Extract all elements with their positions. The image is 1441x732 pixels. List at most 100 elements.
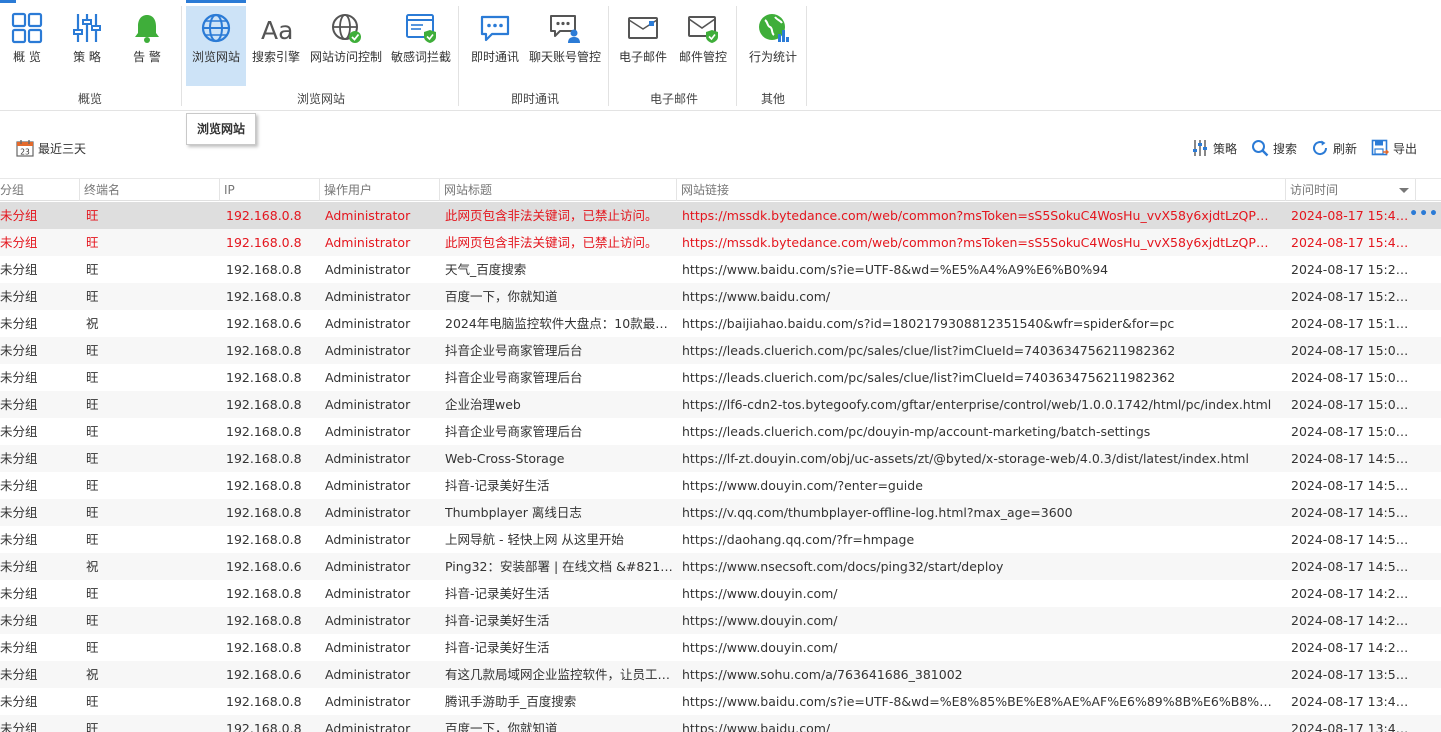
policy-tool-button[interactable]: 策略 (1191, 138, 1237, 158)
table-row[interactable]: 未分组 旺 192.168.0.8 Administrator 抖音-记录美好生活 htt… (0, 472, 1441, 499)
table-row[interactable]: 未分组 旺 192.168.0.8 Administrator 抖音企业号商家管理后台 h… (0, 364, 1441, 391)
cell-site-title: 抖音-记录美好生活 (445, 613, 550, 628)
column-header-site-url[interactable]: 网站链接 (677, 179, 1286, 201)
email-envelope-icon (628, 17, 658, 39)
table-row[interactable]: 未分组 旺 192.168.0.8 Administrator 抖音-记录美好生活 htt… (0, 580, 1441, 607)
access-log-table: 分组 终端名 IP 操作用户 网站标题 网站链接 访问时间 未分组旺 192.16… (0, 178, 1441, 732)
calendar-number: 23 (20, 148, 30, 157)
email-control-button[interactable]: 邮件管控 (674, 6, 732, 86)
cell-user: Administrator (325, 721, 411, 732)
cell-site-url: https://lf-zt.douyin.com/obj/uc-assets/z… (682, 451, 1249, 466)
cell-visit-time: 2024-08-17 15:04:44 (1291, 397, 1413, 412)
policy-sliders-icon (73, 14, 101, 42)
cell-user: Administrator (325, 586, 411, 601)
search-tool-label: 搜索 (1272, 141, 1297, 156)
table-row[interactable]: 未分组 旺 192.168.0.8 Administrator Web-Cross-St… (0, 445, 1441, 472)
cell-ip: 192.168.0.8 (226, 721, 302, 732)
behavior-statistics-button[interactable]: 行为统计 (742, 6, 804, 86)
cell-group: 未分组 (0, 532, 38, 547)
cell-terminal: 祝 (86, 667, 99, 682)
overview-button-label: 概 览 (13, 50, 41, 64)
cell-site-title: 腾讯手游助手_百度搜索 (445, 694, 577, 709)
cell-terminal: 旺 (86, 397, 99, 412)
cell-ip: 192.168.0.8 (226, 613, 302, 628)
table-row[interactable]: 未分组 旺 192.168.0.8 Administrator 此网页包含非法关键词，已… (0, 202, 1441, 229)
chat-bubble-icon (480, 15, 510, 42)
instant-messaging-button[interactable]: 即时通讯 (466, 6, 524, 86)
cell-group: 未分组 (0, 316, 38, 331)
cell-group: 未分组 (0, 208, 38, 223)
website-access-control-label: 网站访问控制 (309, 50, 382, 64)
ribbon-group-other: 行为统计 其他 (740, 0, 806, 111)
cell-site-title: 抖音企业号商家管理后台 (445, 370, 583, 385)
table-row[interactable]: 未分组 旺 192.168.0.8 Administrator 抖音企业号商家管理后台 h… (0, 418, 1441, 445)
table-row[interactable]: 未分组 旺 192.168.0.8 Administrator 百度一下，你就知道 htt… (0, 283, 1441, 310)
cell-site-title: 抖音-记录美好生活 (445, 478, 550, 493)
export-save-icon (1371, 139, 1389, 156)
policy-button[interactable]: 策 略 (60, 6, 114, 86)
cell-terminal: 旺 (86, 478, 99, 493)
policy-button-label: 策 略 (73, 50, 101, 64)
website-access-control-button[interactable]: 网站访问控制 (308, 6, 384, 86)
export-tool-button[interactable]: 导出 (1371, 138, 1417, 158)
column-header-site-title[interactable]: 网站标题 (440, 179, 677, 201)
cell-terminal: 旺 (86, 424, 99, 439)
cell-ip: 192.168.0.8 (226, 532, 302, 547)
table-row[interactable]: 未分组 旺 192.168.0.8 Administrator 腾讯手游助手_百度搜索 h… (0, 688, 1441, 715)
table-row[interactable]: 未分组 旺 192.168.0.8 Administrator 抖音-记录美好生活 htt… (0, 607, 1441, 634)
date-range-button[interactable]: 23 最近三天 (16, 138, 86, 158)
table-row[interactable]: 未分组 祝 192.168.0.6 Administrator 有这几款局域网企业监控软… (0, 661, 1441, 688)
table-row[interactable]: 未分组 旺 192.168.0.8 Administrator 天气_百度搜索 https… (0, 256, 1441, 283)
cell-terminal: 旺 (86, 370, 99, 385)
sort-desc-icon[interactable] (1399, 188, 1409, 193)
cell-terminal: 旺 (86, 505, 99, 520)
column-header-ip[interactable]: IP (220, 179, 320, 201)
table-row[interactable]: 未分组 旺 192.168.0.8 Administrator 企业治理web https… (0, 391, 1441, 418)
cell-ip: 192.168.0.8 (226, 640, 302, 655)
email-button[interactable]: 电子邮件 (614, 6, 672, 86)
browse-website-button[interactable]: 浏览网站 (186, 6, 246, 86)
svg-text:Aa: Aa (261, 16, 292, 44)
search-engine-button[interactable]: Aa 搜索引擎 (248, 6, 304, 86)
row-more-icon[interactable]: ••• (1409, 202, 1439, 229)
cell-site-url: https://www.douyin.com/ (682, 640, 838, 655)
table-row[interactable]: 未分组 旺 192.168.0.8 Administrator 此网页包含非法关键词，已… (0, 229, 1441, 256)
cell-site-url: https://www.baidu.com/ (682, 721, 831, 732)
behavior-statistics-label: 行为统计 (748, 50, 797, 64)
column-header-terminal[interactable]: 终端名 (80, 179, 220, 201)
window-shield-icon (406, 14, 436, 43)
sensitive-word-block-button[interactable]: 敏感词拦截 (388, 6, 454, 86)
cell-user: Administrator (325, 289, 411, 304)
ribbon: 概 览 策 略 告 警 概览 浏览网站 Aa 搜索引擎 网站访问控制 敏感词拦截… (0, 0, 1441, 111)
cell-site-url: https://www.douyin.com/?enter=guide (682, 478, 923, 493)
table-row[interactable]: 未分组 旺 192.168.0.8 Administrator Thumbplayer … (0, 499, 1441, 526)
table-row[interactable]: 未分组 旺 192.168.0.8 Administrator 抖音企业号商家管理后台 h… (0, 337, 1441, 364)
cell-group: 未分组 (0, 370, 38, 385)
cell-terminal: 旺 (86, 262, 99, 277)
cell-site-url: https://www.baidu.com/s?ie=UTF-8&wd=%E8%… (682, 694, 1280, 709)
cell-user: Administrator (325, 343, 411, 358)
column-header-visit-time[interactable]: 访问时间 (1286, 179, 1416, 201)
cell-visit-time: 2024-08-17 13:43:15 (1291, 694, 1413, 709)
table-row[interactable]: 未分组 旺 192.168.0.8 Administrator 上网导航 - 轻快上网 … (0, 526, 1441, 553)
cell-visit-time: 2024-08-17 14:59:38 (1291, 451, 1413, 466)
cell-site-url: https://daohang.qq.com/?fr=hmpage (682, 532, 915, 547)
table-row[interactable]: 未分组 祝 192.168.0.6 Administrator 2024年电脑监控软件大… (0, 310, 1441, 337)
alarm-button[interactable]: 告 警 (120, 6, 174, 86)
table-row[interactable]: 未分组 旺 192.168.0.8 Administrator 百度一下，你就知道 htt… (0, 715, 1441, 732)
cell-ip: 192.168.0.8 (226, 289, 302, 304)
table-row[interactable]: 未分组 旺 192.168.0.8 Administrator 抖音-记录美好生活 htt… (0, 634, 1441, 661)
overview-button[interactable]: 概 览 (0, 6, 54, 86)
search-tool-button[interactable]: 搜索 (1251, 138, 1297, 158)
cell-visit-time: 2024-08-17 15:21:03 (1291, 289, 1413, 304)
column-header-group[interactable]: 分组 (0, 179, 80, 201)
chat-account-control-button[interactable]: 聊天账号管控 (526, 6, 604, 86)
table-row[interactable]: 未分组 祝 192.168.0.6 Administrator Ping32：安装部署 … (0, 553, 1441, 580)
column-header-user[interactable]: 操作用户 (320, 179, 440, 201)
calendar-icon: 23 (16, 140, 34, 157)
cell-group: 未分组 (0, 559, 38, 574)
email-control-label: 邮件管控 (678, 50, 727, 64)
cell-group: 未分组 (0, 424, 38, 439)
cell-group: 未分组 (0, 586, 38, 601)
refresh-tool-button[interactable]: 刷新 (1311, 138, 1357, 158)
